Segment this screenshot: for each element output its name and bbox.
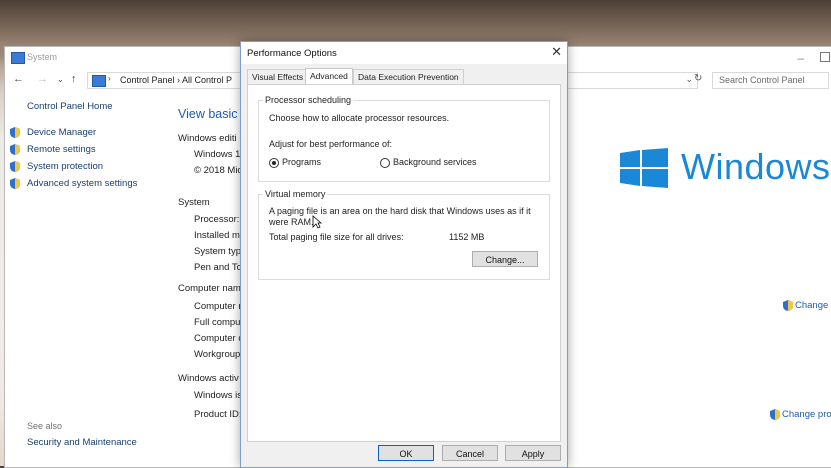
forward-arrow-icon[interactable]: → <box>37 73 48 85</box>
minimize-icon[interactable]: – <box>797 51 804 65</box>
up-arrow-icon[interactable]: ↑ <box>71 73 77 85</box>
virtual-memory-description: A paging file is an area on the hard dis… <box>269 206 531 216</box>
activation-status-label: Windows is <box>194 390 243 401</box>
computer-name-heading: Computer nam <box>178 283 241 294</box>
system-heading: System <box>178 197 210 208</box>
change-button[interactable]: Change... <box>472 251 538 267</box>
tab-data-execution-prevention[interactable]: Data Execution Prevention <box>353 69 464 84</box>
shield-icon <box>10 161 20 172</box>
windows-logo-icon <box>620 148 668 188</box>
shield-icon <box>10 178 20 189</box>
system-type-label: System typ <box>194 246 241 257</box>
shield-icon <box>10 127 20 138</box>
apply-button[interactable]: Apply <box>505 445 561 461</box>
windows-activation-heading: Windows activ <box>178 373 239 384</box>
copyright-line: © 2018 Mic <box>194 165 243 176</box>
installed-memory-label: Installed m <box>194 230 240 241</box>
device-manager-link[interactable]: Device Manager <box>27 127 96 138</box>
full-computer-name-label: Full compu <box>194 317 241 328</box>
performance-options-dialog: Performance Options ✕ Visual Effects Adv… <box>240 41 568 468</box>
search-box[interactable] <box>712 72 829 89</box>
control-panel-icon <box>92 75 106 87</box>
adjust-label: Adjust for best performance of: <box>269 139 393 149</box>
search-input[interactable] <box>719 73 823 86</box>
shield-icon <box>783 300 793 311</box>
product-id-label: Product ID: <box>194 409 242 420</box>
shield-icon <box>10 144 20 155</box>
processor-scheduling-group: Processor scheduling Choose how to alloc… <box>258 95 550 182</box>
total-paging-label: Total paging file size for all drives: <box>269 232 404 242</box>
maximize-icon[interactable] <box>820 52 830 62</box>
windows-logo-text: Windows <box>681 146 831 187</box>
system-window-title: System <box>27 52 58 62</box>
close-icon[interactable]: ✕ <box>551 44 562 60</box>
dialog-title: Performance Options <box>247 48 337 59</box>
cancel-button[interactable]: Cancel <box>442 445 498 461</box>
advanced-tab-panel: Processor scheduling Choose how to alloc… <box>247 84 561 442</box>
back-arrow-icon[interactable]: ← <box>13 73 24 85</box>
ok-button[interactable]: OK <box>378 445 434 461</box>
see-also-heading: See also <box>27 421 63 431</box>
workgroup-label: Workgroup <box>194 349 241 360</box>
processor-description: Choose how to allocate processor resourc… <box>269 113 450 123</box>
programs-radio[interactable] <box>269 158 279 168</box>
pen-and-touch-label: Pen and To <box>194 262 242 273</box>
change-settings-link[interactable]: Change s <box>795 300 831 311</box>
mouse-cursor-icon <box>312 215 322 229</box>
change-product-key-link[interactable]: Change pro <box>782 409 831 420</box>
total-paging-value: 1152 MB <box>449 232 485 242</box>
recent-chevron-icon[interactable]: ⌄ <box>57 75 64 84</box>
computer-name-label: Computer n <box>194 301 244 312</box>
remote-settings-link[interactable]: Remote settings <box>27 144 96 155</box>
page-title: View basic i <box>178 107 244 121</box>
computer-description-label: Computer d <box>194 333 244 344</box>
control-panel-home-link[interactable]: Control Panel Home <box>27 101 113 112</box>
shield-icon <box>770 409 780 420</box>
breadcrumb-chevron-icon[interactable]: › <box>108 74 111 83</box>
address-dropdown-icon[interactable]: ⌄ <box>685 74 693 85</box>
breadcrumb[interactable]: Control Panel › All Control P <box>120 75 232 85</box>
system-protection-link[interactable]: System protection <box>27 161 103 172</box>
dialog-titlebar: Performance Options ✕ <box>241 42 567 64</box>
system-icon <box>11 52 25 64</box>
virtual-memory-group: Virtual memory A paging file is an area … <box>258 189 550 280</box>
security-and-maintenance-link[interactable]: Security and Maintenance <box>27 437 137 448</box>
background-services-radio[interactable] <box>380 158 390 168</box>
edition-line: Windows 10 <box>194 149 246 160</box>
processor-label: Processor: <box>194 214 240 225</box>
virtual-memory-heading: Virtual memory <box>263 189 328 199</box>
virtual-memory-description-cont: were RAM. <box>269 217 314 227</box>
advanced-system-settings-link[interactable]: Advanced system settings <box>27 178 137 189</box>
refresh-icon[interactable]: ↻ <box>694 73 706 85</box>
windows-edition-heading: Windows editi <box>178 133 237 144</box>
programs-label[interactable]: Programs <box>282 157 321 167</box>
background-services-label[interactable]: Background services <box>393 157 477 167</box>
tab-advanced[interactable]: Advanced <box>305 68 353 84</box>
processor-scheduling-heading: Processor scheduling <box>263 95 354 105</box>
tab-visual-effects[interactable]: Visual Effects <box>247 69 309 84</box>
